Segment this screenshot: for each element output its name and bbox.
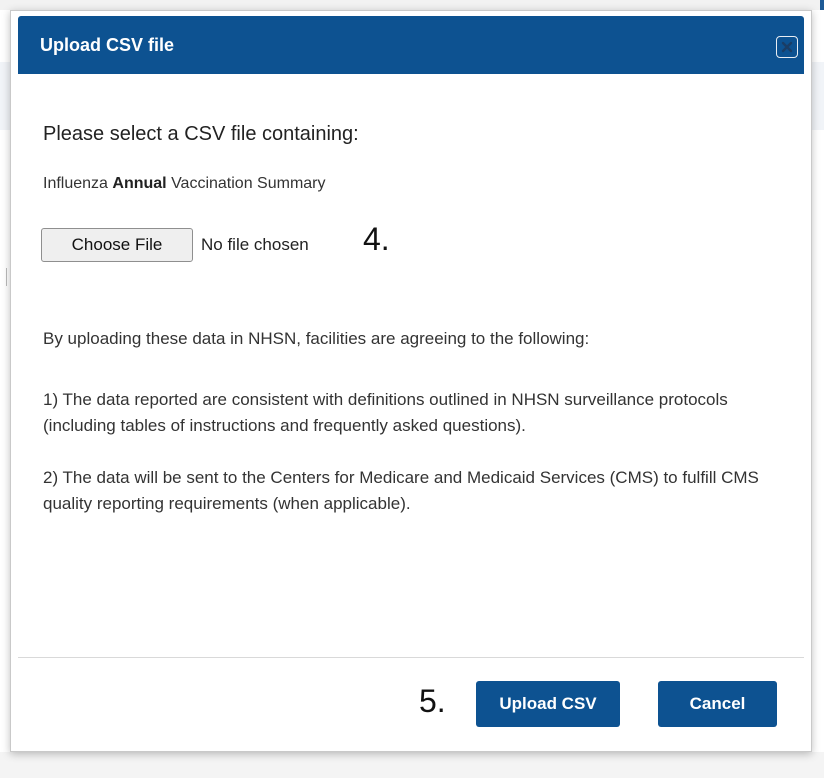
choose-file-button[interactable]: Choose File [41,228,193,262]
close-icon [781,41,793,53]
close-button[interactable] [776,36,798,58]
dialog-heading: Please select a CSV file containing: [43,123,359,145]
background-accent [820,0,824,10]
dialog-title: Upload CSV file [40,35,175,55]
footer-divider [18,657,804,658]
background-divider [6,268,7,286]
cancel-button[interactable]: Cancel [658,681,777,727]
agreement-item-2: 2) The data will be sent to the Centers … [43,468,759,513]
step-5-annotation: 5. [419,683,446,719]
upload-type-part1: Influenza [43,175,108,192]
upload-csv-button[interactable]: Upload CSV [476,681,620,727]
upload-type-part2: Vaccination Summary [171,175,326,192]
upload-type-label: Influenza Annual Vaccination Summary [43,175,326,193]
upload-csv-dialog: Upload CSV file Please select a CSV file… [10,10,812,752]
step-4-annotation: 4. [363,221,390,257]
upload-type-emphasis: Annual [112,175,167,192]
agreement-intro: By uploading these data in NHSN, facilit… [43,329,590,348]
dialog-header: Upload CSV file [18,16,804,74]
file-status-text: No file chosen [201,235,309,254]
background-page-footer [0,752,824,778]
background-page-header [0,0,824,10]
background-panel-right [810,62,824,130]
agreement-item-1: 1) The data reported are consistent with… [43,390,728,435]
